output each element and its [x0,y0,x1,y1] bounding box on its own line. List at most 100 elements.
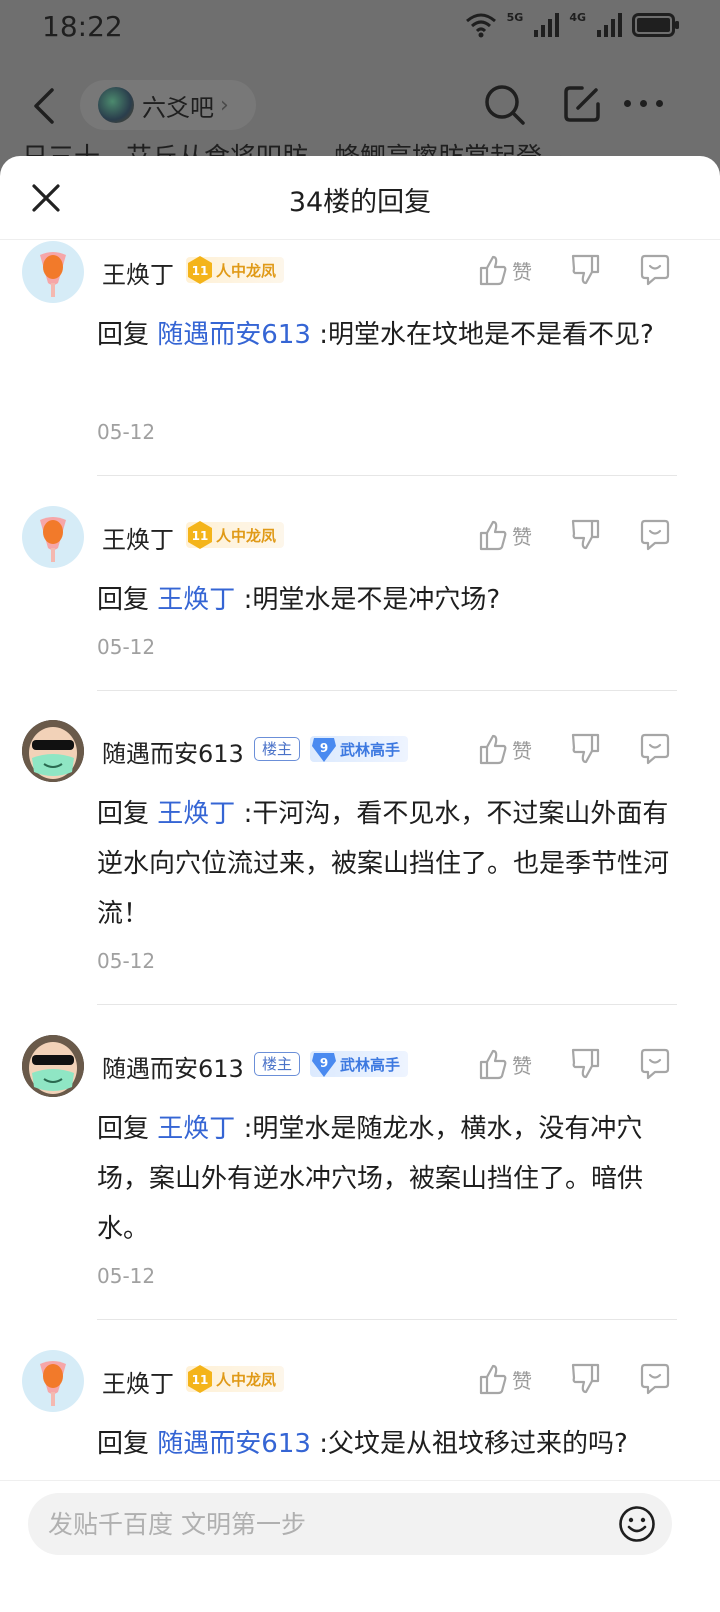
avatar[interactable] [22,241,84,303]
svg-text:9: 9 [320,741,328,755]
owner-badge: 楼主 [254,737,301,761]
divider [97,1319,677,1320]
reply-text: 回复 王焕丁 :明堂水是随龙水，横水，没有冲穴场，案山外有逆水冲穴场，被案山挡住… [97,1114,644,1244]
thumb-up-icon [479,255,507,286]
level-badge: 11 人中龙凤 [186,521,285,549]
like-label: 赞 [512,259,532,284]
like-button[interactable]: 赞 [478,1048,532,1080]
svg-text:9: 9 [320,1056,328,1070]
wifi-icon [465,13,496,38]
comment-icon [640,1363,670,1395]
edit-icon[interactable] [562,84,602,124]
nav-bar: 六爻吧 › [0,72,720,142]
thumb-up-icon [479,1364,507,1395]
status-time: 18:22 [42,10,123,43]
divider [97,690,677,691]
level-title: 武林高手 [340,1055,401,1074]
reply-button[interactable] [640,254,670,286]
battery-icon [632,13,679,37]
thumb-up-icon [479,520,507,551]
username[interactable]: 随遇而安613 [102,1049,244,1084]
username[interactable]: 王焕丁 [102,1364,174,1399]
level-title: 人中龙凤 [216,261,277,280]
thumb-down-icon [571,254,600,285]
forum-name: 六爻吧 [142,93,214,122]
status-bar: 18:22 5G 4G [0,0,720,54]
like-button[interactable]: 赞 [478,519,532,551]
reply-sheet: 34楼的回复 王焕丁 11 人中龙凤 赞 回复 随遇而安613 :明堂水在坟地是 [0,156,720,1612]
search-icon[interactable] [484,84,526,126]
compose-box[interactable] [28,1493,672,1555]
username[interactable]: 王焕丁 [102,255,174,290]
divider [97,1004,677,1005]
divider [97,475,677,476]
like-label: 赞 [512,738,532,763]
like-button[interactable]: 赞 [478,1363,532,1395]
emoji-icon[interactable] [618,1505,656,1543]
owner-badge: 楼主 [254,1052,301,1076]
username[interactable]: 王焕丁 [102,520,174,555]
dislike-button[interactable] [570,1363,600,1395]
chevron-right-icon: › [220,92,229,118]
reply-button[interactable] [640,1363,670,1395]
like-button[interactable]: 赞 [478,733,532,765]
avatar[interactable] [22,506,84,568]
compose-bar [0,1480,720,1612]
mention-link[interactable]: 王焕丁 [157,1114,235,1144]
mention-link[interactable]: 随遇而安613 [157,1429,311,1459]
svg-text:11: 11 [192,1373,209,1387]
level-badge: 9 武林高手 [310,736,409,762]
network-5g-label: 5G [506,10,524,24]
level-badge: 9 武林高手 [310,1051,409,1077]
reply-button[interactable] [640,733,670,765]
reply-button[interactable] [640,519,670,551]
forum-avatar [98,87,134,123]
level-title: 人中龙凤 [216,1370,277,1389]
dislike-button[interactable] [570,1048,600,1080]
avatar[interactable] [22,1350,84,1412]
level-title: 武林高手 [340,740,401,759]
signal-icon [534,13,560,37]
reply-date: 05-12 [97,635,156,659]
more-icon[interactable] [624,100,663,107]
comment-icon [640,254,670,286]
compose-input[interactable] [48,1505,608,1543]
comment-icon [640,519,670,551]
dislike-button[interactable] [570,254,600,286]
svg-text:11: 11 [192,264,209,278]
reply-text: 回复 王焕丁 :干河沟，看不见水，不过案山外面有逆水向穴位流过来，被案山挡住了。… [97,799,670,929]
reply-text: 回复 随遇而安613 :父坟是从祖坟移过来的吗? [97,1429,628,1459]
reply-text: 回复 随遇而安613 :明堂水在坟地是不是看不见? [97,320,654,350]
avatar[interactable] [22,1035,84,1097]
avatar[interactable] [22,720,84,782]
comment-icon [640,733,670,765]
network-4g-label: 4G [569,10,586,24]
like-label: 赞 [512,1053,532,1078]
level-badge: 11 人中龙凤 [186,1365,285,1393]
like-button[interactable]: 赞 [478,254,532,286]
reply-date: 05-12 [97,1264,156,1288]
thumb-down-icon [571,1048,600,1079]
reply-button[interactable] [640,1048,670,1080]
reply-text: 回复 王焕丁 :明堂水是不是冲穴场? [97,585,501,615]
like-label: 赞 [512,524,532,549]
thumb-up-icon [479,734,507,765]
reply-list: 王焕丁 11 人中龙凤 赞 回复 随遇而安613 :明堂水在坟地是不是看不见? … [0,240,720,1480]
level-title: 人中龙凤 [216,526,277,545]
svg-text:11: 11 [192,529,209,543]
status-icons: 5G 4G [465,10,680,38]
mention-link[interactable]: 王焕丁 [157,799,235,829]
mention-link[interactable]: 随遇而安613 [157,320,311,350]
mention-link[interactable]: 王焕丁 [157,585,235,615]
dislike-button[interactable] [570,519,600,551]
signal-icon [597,13,622,37]
reply-date: 05-12 [97,420,156,444]
thumb-up-icon [479,1049,507,1080]
dislike-button[interactable] [570,733,600,765]
thumb-down-icon [571,1363,600,1394]
level-badge: 11 人中龙凤 [186,256,285,284]
chevron-left-icon[interactable] [30,86,58,126]
thumb-down-icon [571,519,600,550]
forum-entry-button[interactable]: 六爻吧 › [80,80,256,130]
username[interactable]: 随遇而安613 [102,734,244,769]
